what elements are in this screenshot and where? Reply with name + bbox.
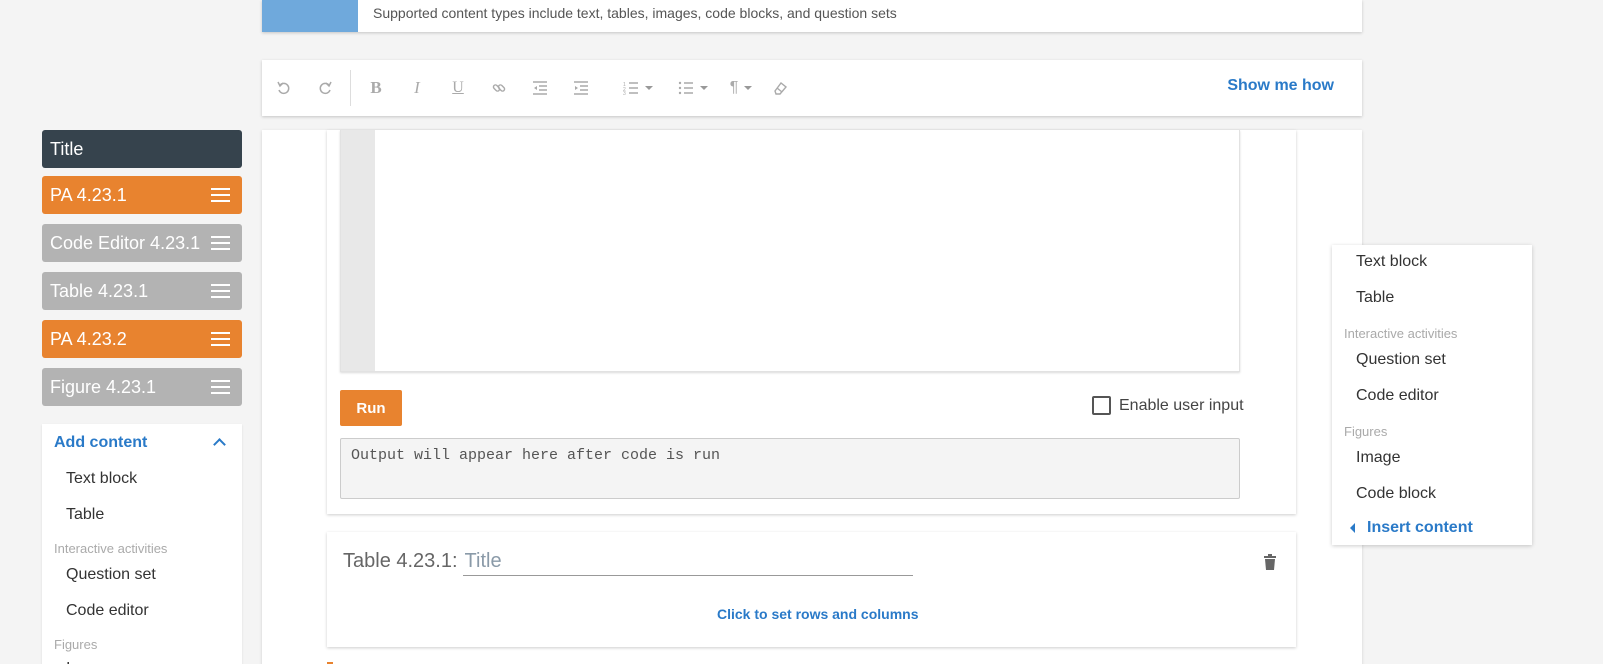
category-figures: Figures [54,637,98,652]
insert-question-set[interactable]: Question set [1356,351,1446,369]
add-code-editor[interactable]: Code editor [66,602,149,620]
insert-image[interactable]: Image [1356,449,1400,467]
redo-icon[interactable] [315,78,335,98]
insert-content-toggle[interactable]: Insert content [1350,519,1473,537]
enable-user-input-option[interactable]: Enable user input [1092,396,1244,415]
outline-item-figure[interactable]: Figure 4.23.1 [42,368,242,406]
bold-icon[interactable]: B [366,78,386,98]
table-title-input[interactable] [462,550,913,576]
chevron-down-icon [744,86,753,90]
drag-handle-icon[interactable] [211,380,230,394]
trash-icon[interactable] [1264,554,1276,570]
category-interactive: Interactive activities [54,541,168,556]
table-title-row: Table 4.23.1: [343,550,913,576]
insert-content-label: Insert content [1367,519,1473,536]
outline-item-label: PA 4.23.2 [50,328,127,349]
outline-item-table[interactable]: Table 4.23.1 [42,272,242,310]
outline-item-code-editor[interactable]: Code Editor 4.23.1 [42,224,242,262]
add-question-set[interactable]: Question set [66,566,156,584]
run-button[interactable]: Run [340,390,402,426]
bullet-list-icon[interactable] [673,78,713,98]
show-me-how-link[interactable]: Show me how [1227,77,1334,95]
insert-content-menu: Text block Table Interactive activities … [1332,245,1532,545]
insert-code-block[interactable]: Code block [1356,485,1436,503]
category-figures: Figures [1344,424,1388,439]
info-banner: Supported content types include text, ta… [262,0,1362,32]
paragraph-icon[interactable]: ¶ [726,78,756,98]
insert-text-block[interactable]: Text block [1356,253,1427,271]
chevron-down-icon [700,86,708,90]
line-number-gutter [341,130,375,371]
chevron-down-icon [645,86,653,90]
outline-item-label: Figure 4.23.1 [50,376,157,397]
drag-handle-icon[interactable] [211,284,230,298]
drag-handle-icon[interactable] [211,332,230,346]
outline-item-title[interactable]: Title [42,130,242,168]
outline-item-label: Code Editor 4.23.1 [50,232,201,253]
banner-color-swatch [262,0,358,32]
add-content-header[interactable]: Add content [54,434,147,452]
add-content-panel: Add content Text block Table Interactive… [42,424,242,664]
caret-left-icon [1350,523,1355,533]
indent-icon[interactable] [571,78,591,98]
table-caption-prefix: Table 4.23.1: [343,550,458,572]
set-rows-columns-link[interactable]: Click to set rows and columns [717,606,919,622]
insert-table[interactable]: Table [1356,289,1394,307]
outline-item-label: PA 4.23.1 [50,184,127,205]
enable-user-input-label: Enable user input [1119,396,1244,414]
toolbar-separator [350,70,351,106]
clear-format-icon[interactable] [770,78,790,98]
add-table[interactable]: Table [66,506,104,524]
italic-icon[interactable]: I [407,78,427,98]
svg-text:3: 3 [623,91,626,95]
add-image[interactable]: I [66,660,70,664]
outdent-icon[interactable] [530,78,550,98]
table-block-card: Table 4.23.1: Click to set rows and colu… [327,532,1296,647]
category-interactive: Interactive activities [1344,326,1458,341]
insert-code-editor[interactable]: Code editor [1356,387,1439,405]
enable-user-input-checkbox[interactable] [1092,396,1111,415]
output-box: Output will appear here after code is ru… [340,438,1240,499]
outline-item-label: Title [50,138,84,159]
outline-item-label: Table 4.23.1 [50,280,149,301]
code-input-area[interactable] [340,130,1240,372]
outline-item-pa-4-23-1[interactable]: PA 4.23.1 [42,176,242,214]
outline-item-pa-4-23-2[interactable]: PA 4.23.2 [42,320,242,358]
drag-handle-icon[interactable] [211,236,230,250]
drag-handle-icon[interactable] [211,188,230,202]
add-text-block[interactable]: Text block [66,470,137,488]
ordered-list-icon[interactable]: 123 [618,78,658,98]
undo-icon[interactable] [274,78,294,98]
chevron-up-icon[interactable] [213,438,226,451]
banner-text: Supported content types include text, ta… [373,5,897,21]
underline-icon[interactable]: U [448,78,468,98]
formatting-toolbar: B I U 123 ¶ Show me how [262,60,1362,116]
link-icon[interactable] [489,78,509,98]
